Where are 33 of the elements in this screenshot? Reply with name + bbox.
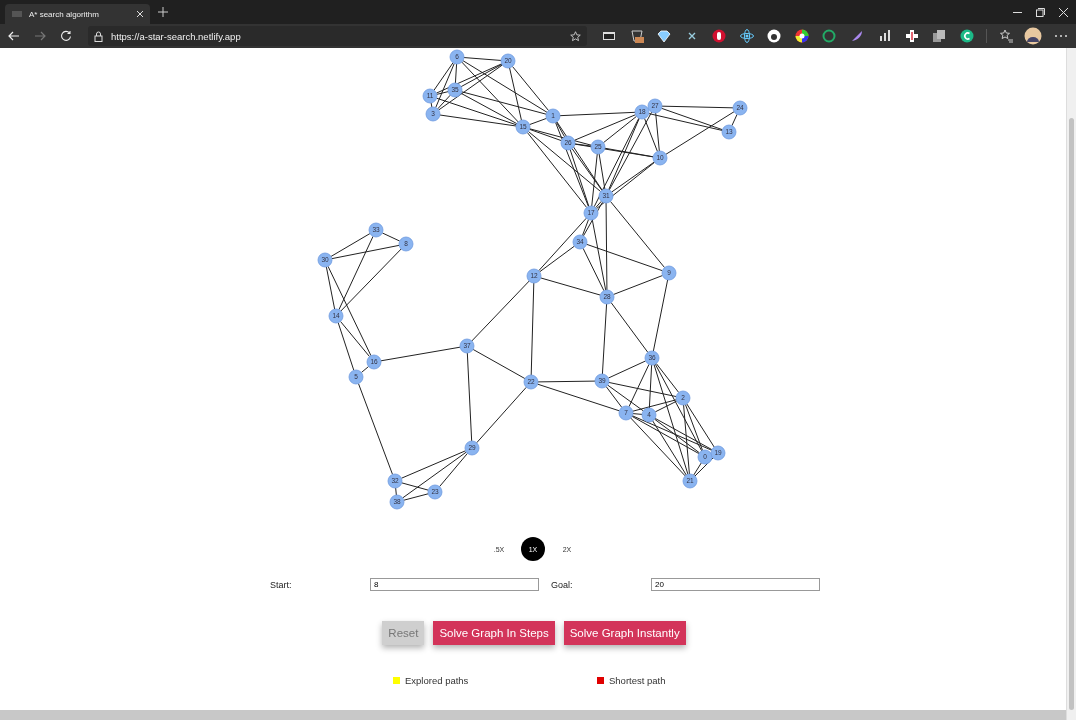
atom-icon[interactable] <box>739 28 755 44</box>
solve-button[interactable]: Solve Graph In Steps <box>433 621 555 645</box>
color-wheel-icon[interactable] <box>794 28 810 44</box>
close-icon[interactable] <box>136 10 144 18</box>
refresh-icon[interactable] <box>59 30 72 42</box>
horizontal-scrollbar[interactable] <box>0 710 1066 720</box>
ring-icon[interactable] <box>821 28 838 44</box>
start-label: Start: <box>270 579 293 590</box>
forward-arrow-icon[interactable] <box>34 30 46 42</box>
browser-tab[interactable]: A* search algorithm <box>5 4 150 24</box>
solve-button[interactable]: Solve Graph Instantly <box>563 621 686 645</box>
favorites-icon[interactable] <box>999 29 1013 43</box>
plus-icon[interactable] <box>158 7 168 17</box>
back-arrow-icon[interactable] <box>8 30 20 42</box>
goal-label: Goal: <box>551 579 574 590</box>
star-icon[interactable] <box>570 30 582 42</box>
avatar-icon[interactable] <box>1024 27 1043 45</box>
tab-title: A* search algorithm <box>29 9 100 19</box>
address-bar[interactable]: https://a-star-search.netlify.app <box>87 26 588 46</box>
diamond-icon[interactable] <box>656 28 673 44</box>
copies-icon[interactable] <box>931 28 948 44</box>
vertical-scrollbar[interactable] <box>1066 48 1076 720</box>
legend-label: Shortest path <box>609 675 666 686</box>
bucket-icon[interactable] <box>629 28 645 44</box>
circle-letter-icon[interactable] <box>959 28 975 44</box>
page-icon <box>11 8 23 20</box>
lock-icon <box>93 30 103 42</box>
start-field[interactable]: 8 <box>370 578 539 591</box>
close-icon[interactable] <box>1059 7 1068 17</box>
more-icon[interactable] <box>1054 34 1068 38</box>
restore-icon[interactable] <box>1036 7 1045 17</box>
legend-label: Explored paths <box>405 675 469 686</box>
goal-field[interactable]: 20 <box>651 578 820 591</box>
